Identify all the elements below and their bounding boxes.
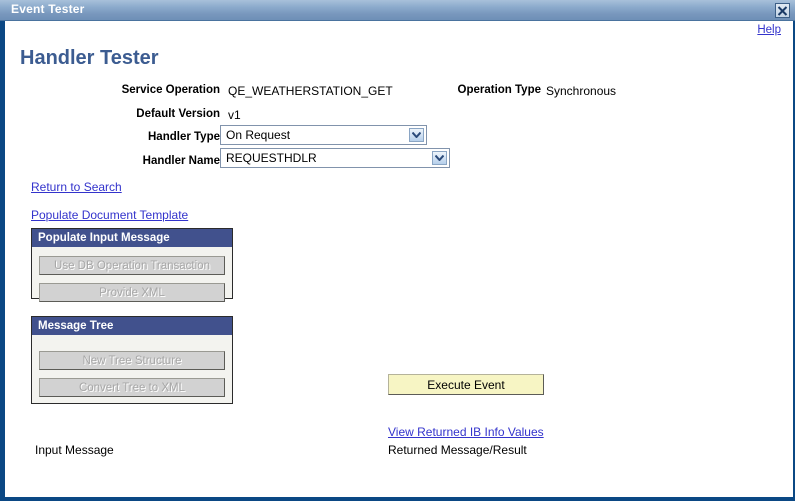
page-title: Handler Tester [20,47,159,69]
populate-input-message-group: Populate Input Message Use DB Operation … [31,228,233,302]
operation-type-label: Operation Type [457,84,542,96]
execute-event-button[interactable]: Execute Event [388,374,544,395]
service-operation-label: Service Operation [121,84,220,96]
help-link[interactable]: Help [757,24,781,36]
chevron-down-icon[interactable] [432,151,447,165]
default-version-label: Default Version [136,108,220,120]
handler-type-label: Handler Type [148,131,220,143]
new-tree-structure-button[interactable]: New Tree Structure [39,351,225,370]
populate-input-message-group-body: Use DB Operation Transaction Provide XML [32,247,232,311]
handler-name-select[interactable]: REQUESTHDLR [220,148,450,168]
populate-input-message-group-title: Populate Input Message [32,229,232,247]
operation-type-value: Synchronous [546,84,617,98]
window-titlebar: Event Tester [0,0,795,21]
message-tree-group: Message Tree New Tree Structure Convert … [31,316,233,404]
handler-type-select[interactable]: On Request [220,125,427,145]
chevron-down-icon[interactable] [409,128,424,142]
close-icon[interactable] [775,3,790,18]
populate-document-template-link[interactable]: Populate Document Template [31,208,188,222]
return-to-search-link[interactable]: Return to Search [31,180,122,194]
returned-message-result-caption: Returned Message/Result [388,443,527,457]
use-db-operation-transaction-button[interactable]: Use DB Operation Transaction [39,256,225,275]
window-title: Event Tester [11,2,85,16]
handler-type-selected-value: On Request [226,128,291,142]
handler-name-selected-value: REQUESTHDLR [226,151,317,165]
handler-name-label: Handler Name [142,155,220,167]
convert-tree-to-xml-button[interactable]: Convert Tree to XML [39,378,225,397]
event-tester-window: Event Tester Help Handler Tester Service… [0,0,795,501]
provide-xml-button[interactable]: Provide XML [39,283,225,302]
view-returned-ib-info-values-link[interactable]: View Returned IB Info Values [388,425,544,439]
input-message-caption: Input Message [35,443,114,457]
message-tree-group-body: New Tree Structure Convert Tree to XML [32,335,232,406]
message-tree-group-title: Message Tree [32,317,232,335]
default-version-value: v1 [228,108,241,122]
